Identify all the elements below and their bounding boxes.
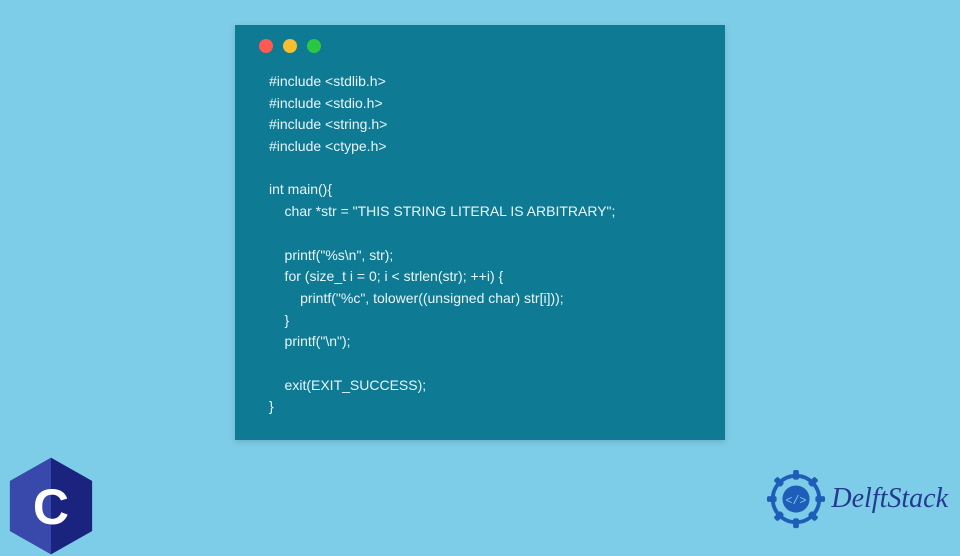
code-block: #include <stdlib.h> #include <stdio.h> #… bbox=[253, 71, 707, 418]
c-logo-letter: C bbox=[33, 479, 69, 535]
window-controls bbox=[259, 39, 707, 53]
minimize-icon bbox=[283, 39, 297, 53]
maximize-icon bbox=[307, 39, 321, 53]
svg-text:</>: </> bbox=[786, 495, 807, 508]
brand-name: DelftStack bbox=[831, 483, 948, 515]
brand-badge: </> DelftStack bbox=[765, 468, 948, 530]
brand-gear-icon: </> bbox=[765, 468, 827, 530]
close-icon bbox=[259, 39, 273, 53]
c-language-logo: C bbox=[6, 456, 96, 556]
code-window: #include <stdlib.h> #include <stdio.h> #… bbox=[235, 25, 725, 440]
